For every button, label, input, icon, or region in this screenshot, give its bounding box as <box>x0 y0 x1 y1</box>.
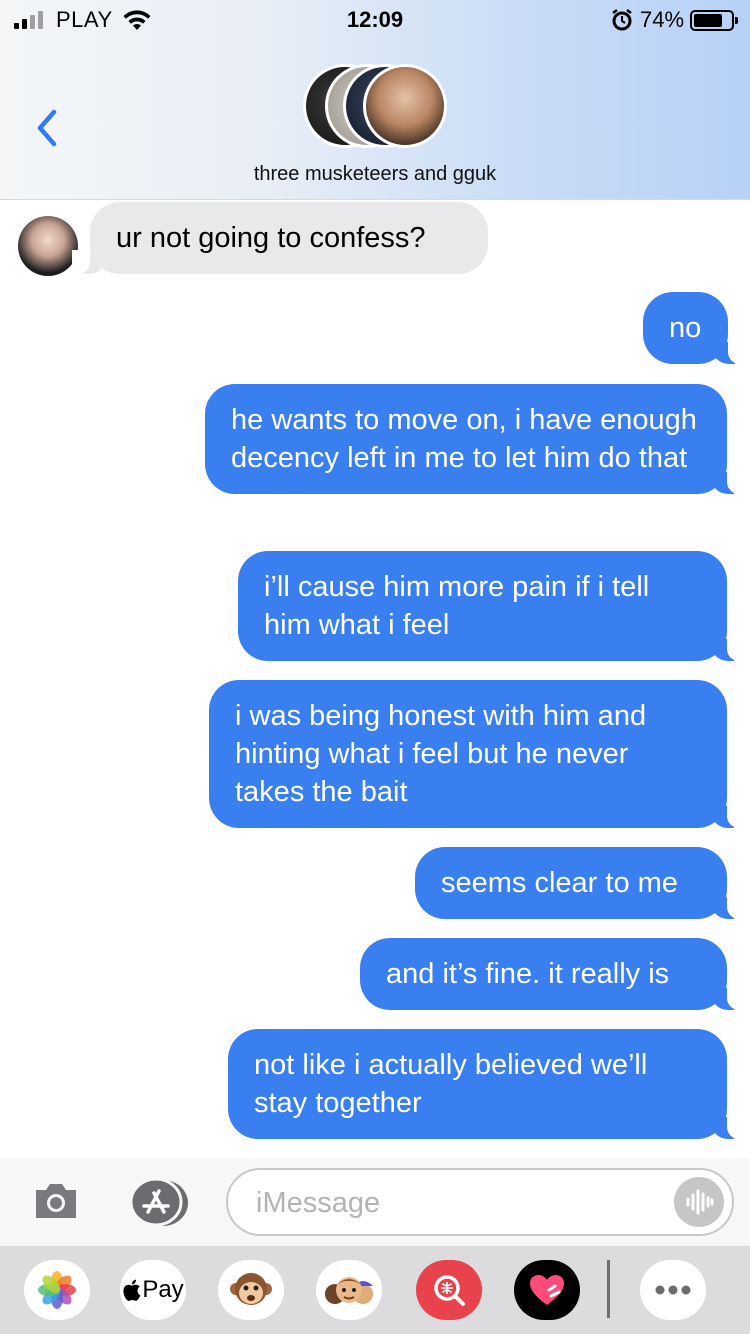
photos-app-button[interactable] <box>24 1260 90 1320</box>
alarm-icon <box>612 9 632 31</box>
status-time: 12:09 <box>346 7 404 32</box>
sender-avatar[interactable] <box>18 216 78 276</box>
memoji-button[interactable] <box>316 1260 382 1320</box>
app-store-icon[interactable] <box>126 1176 190 1228</box>
apple-pay-icon <box>123 1279 141 1301</box>
message-field[interactable] <box>226 1168 734 1236</box>
chevron-left-icon[interactable] <box>30 106 66 150</box>
photos-icon <box>38 1271 76 1309</box>
avatar <box>363 64 447 148</box>
battery-percent: 74% <box>640 7 685 32</box>
message-bubble-outgoing[interactable]: i was being honest with him and hinting … <box>209 680 745 828</box>
more-apps-button[interactable] <box>640 1260 706 1320</box>
monkey-animoji-icon <box>230 1273 272 1305</box>
message-bubble-outgoing[interactable]: he wants to move on, i have enough decen… <box>205 384 745 494</box>
group-avatars[interactable] <box>303 64 453 150</box>
message-bubble-outgoing[interactable]: i’ll cause him more pain if i tell him w… <box>238 551 745 661</box>
camera-icon[interactable] <box>32 1178 80 1222</box>
drawer-divider <box>607 1260 610 1318</box>
memoji-icon <box>325 1277 373 1304</box>
message-bubble-outgoing[interactable]: seems clear to me <box>415 847 745 919</box>
battery-icon <box>690 10 738 31</box>
audio-message-icon[interactable] <box>674 1177 724 1227</box>
group-name[interactable]: three musketeers and gguk <box>0 163 750 186</box>
image-search-button[interactable] <box>416 1260 482 1320</box>
digital-touch-icon <box>530 1275 564 1305</box>
message-bubble-incoming[interactable]: ur not going to confess? <box>72 202 488 274</box>
status-bar: PLAY 12:09 74% <box>0 0 750 40</box>
image-search-icon <box>434 1275 465 1306</box>
message-bubble-outgoing[interactable]: and it’s fine. it really is <box>360 938 745 1010</box>
message-input[interactable] <box>256 1184 656 1222</box>
animoji-button[interactable] <box>218 1260 284 1320</box>
message-bubble-outgoing[interactable]: not like i actually believed we’ll stay … <box>228 1029 745 1139</box>
more-icon <box>655 1285 691 1295</box>
conversation-header: PLAY 12:09 74% three musketeers and gguk <box>0 0 750 200</box>
message-bubble-outgoing[interactable]: no <box>643 292 746 364</box>
apple-pay-button[interactable]: Pay <box>120 1260 186 1320</box>
digital-touch-button[interactable] <box>514 1260 580 1320</box>
composer-bar <box>0 1158 750 1246</box>
apple-pay-label: Pay <box>142 1276 184 1303</box>
message-list[interactable]: ur not going to confess? no he wants to … <box>0 200 750 1160</box>
app-drawer: Pay <box>0 1246 750 1334</box>
